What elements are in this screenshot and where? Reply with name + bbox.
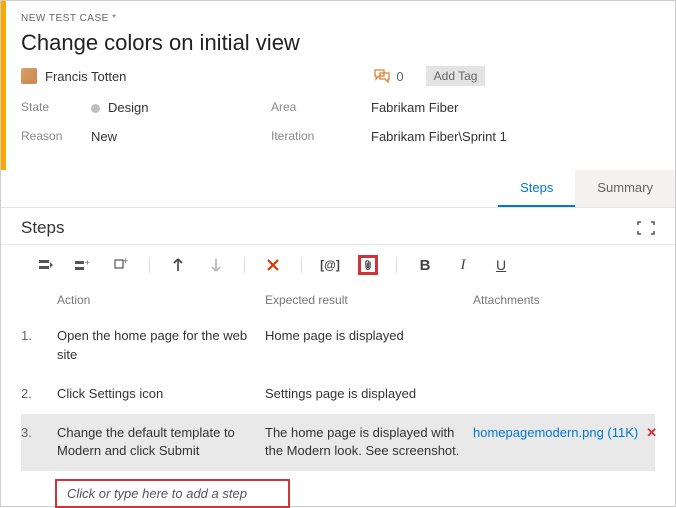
create-shared-steps-icon[interactable]: + (111, 255, 131, 275)
avatar (21, 68, 37, 84)
tab-label: NEW TEST CASE * (21, 13, 655, 24)
italic-icon[interactable]: I (453, 255, 473, 275)
row-expected[interactable]: Home page is displayed (265, 327, 465, 346)
assigned-to[interactable]: Francis Totten (45, 69, 126, 84)
bold-icon[interactable]: B (415, 255, 435, 275)
move-down-icon[interactable] (206, 255, 226, 275)
area-label: Area (271, 100, 371, 115)
iteration-label: Iteration (271, 129, 371, 144)
delete-step-icon[interactable] (263, 255, 283, 275)
col-attachments: Attachments (473, 293, 676, 307)
iteration-value[interactable]: Fabrikam Fiber\Sprint 1 (371, 129, 655, 144)
steps-toolbar: + + [@] B I U (1, 245, 675, 283)
insert-param-icon[interactable]: [@] (320, 255, 340, 275)
insert-shared-step-icon[interactable]: + (73, 255, 93, 275)
tab-summary[interactable]: Summary (575, 170, 675, 207)
reason-label: Reason (21, 129, 91, 144)
attachment-link[interactable]: homepagemodern.png (11K) (473, 425, 638, 440)
table-row[interactable]: 3. Change the default template to Modern… (21, 414, 655, 472)
row-action[interactable]: Open the home page for the web site (57, 327, 257, 365)
row-num: 1. (21, 327, 49, 346)
row-num: 2. (21, 385, 49, 404)
svg-text:+: + (85, 258, 90, 267)
state-value[interactable]: Design (91, 100, 271, 115)
row-num: 3. (21, 424, 49, 443)
row-expected[interactable]: Settings page is displayed (265, 385, 465, 404)
state-label: State (21, 100, 91, 115)
table-row[interactable]: 1. Open the home page for the web site H… (21, 317, 655, 375)
underline-icon[interactable]: U (491, 255, 511, 275)
row-attachment: homepagemodern.png (11K) ✕ (473, 424, 676, 443)
add-step-input[interactable]: Click or type here to add a step (55, 479, 290, 508)
row-action[interactable]: Click Settings icon (57, 385, 257, 404)
fullscreen-icon[interactable] (637, 221, 655, 235)
discussion-count: 0 (396, 69, 403, 84)
col-action: Action (57, 293, 257, 307)
discussion-button[interactable]: 0 (374, 69, 403, 84)
attachment-icon[interactable] (358, 255, 378, 275)
state-dot-icon (91, 104, 100, 113)
tab-steps[interactable]: Steps (498, 170, 575, 207)
reason-value[interactable]: New (91, 129, 271, 144)
insert-step-icon[interactable] (35, 255, 55, 275)
row-expected[interactable]: The home page is displayed with the Mode… (265, 424, 465, 462)
remove-attachment-icon[interactable]: ✕ (646, 425, 657, 440)
row-action[interactable]: Change the default template to Modern an… (57, 424, 257, 462)
section-title: Steps (21, 218, 64, 238)
discussion-icon (374, 69, 390, 83)
col-expected: Expected result (265, 293, 465, 307)
move-up-icon[interactable] (168, 255, 188, 275)
add-tag-button[interactable]: Add Tag (426, 66, 486, 86)
page-title: Change colors on initial view (21, 30, 655, 56)
table-row[interactable]: 2. Click Settings icon Settings page is … (21, 375, 655, 414)
area-value[interactable]: Fabrikam Fiber (371, 100, 655, 115)
svg-text:+: + (123, 258, 128, 266)
